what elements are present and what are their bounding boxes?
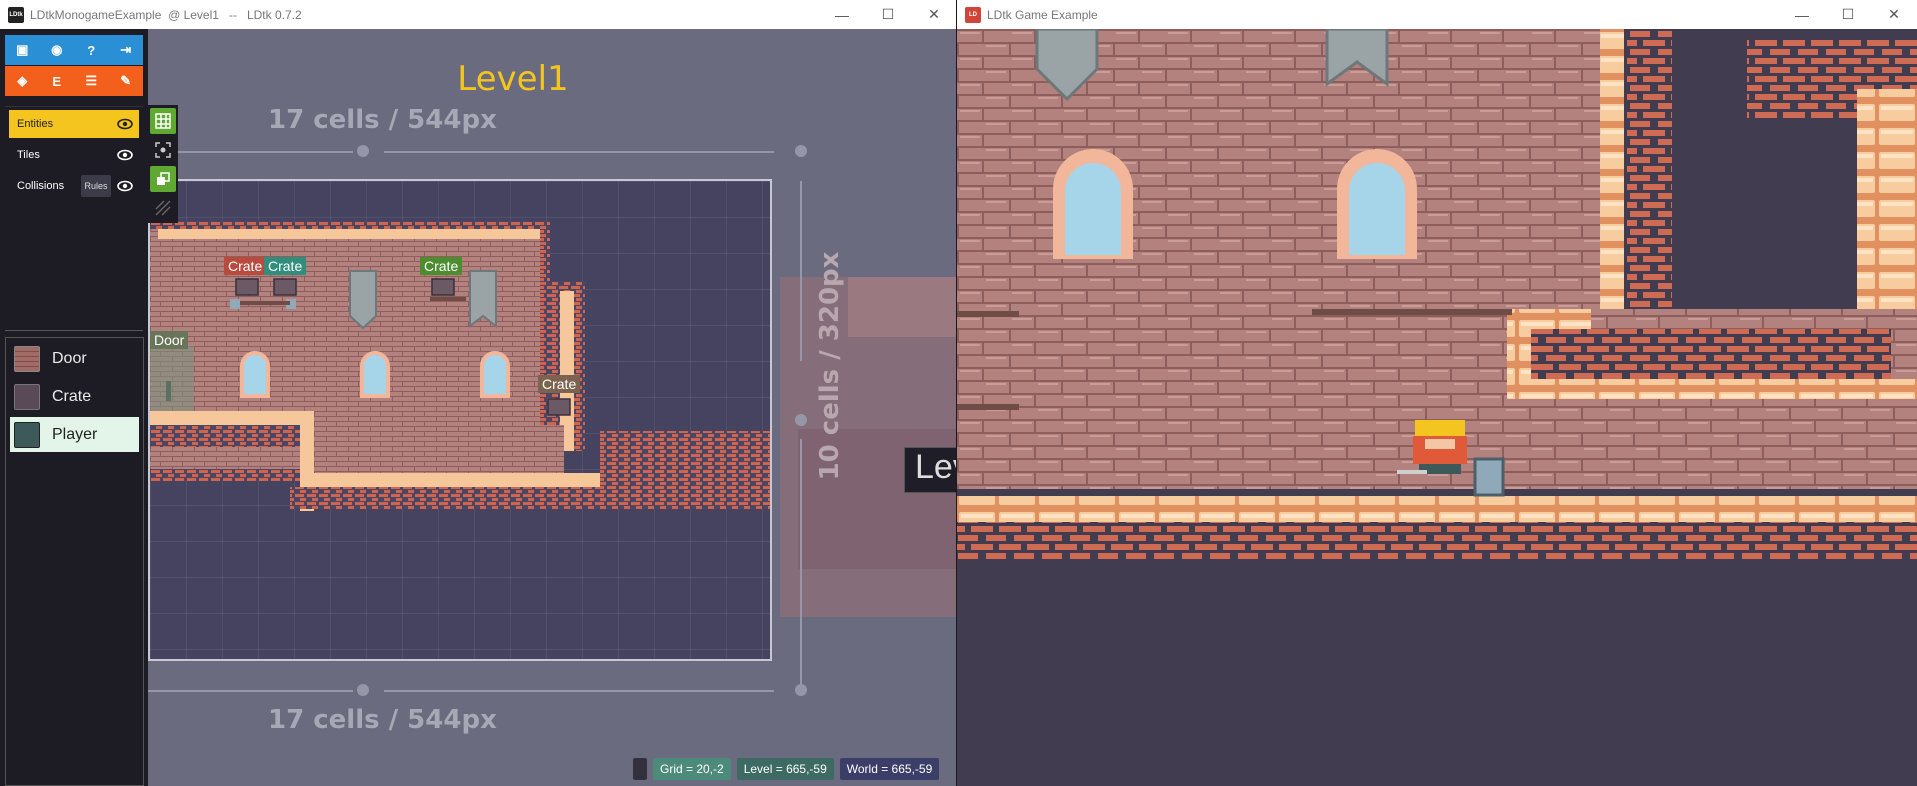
status-toggle[interactable] <box>633 758 647 780</box>
dimension-handle[interactable] <box>795 414 807 426</box>
layer-label: Entities <box>17 118 54 130</box>
window-title: LDtk Game Example <box>987 7 1098 22</box>
project-button[interactable]: ▣ <box>5 35 40 65</box>
layer-label: Collisions <box>17 180 65 192</box>
eye-icon[interactable] <box>117 148 133 162</box>
world-button[interactable]: ◉ <box>40 35 75 65</box>
grid-tool-icon[interactable] <box>150 108 176 134</box>
level-coords: Level = 665,-59 <box>736 758 834 780</box>
rules-button[interactable]: Rules <box>81 175 111 197</box>
enums-button[interactable]: ☰ <box>74 66 109 96</box>
game-titlebar[interactable]: LD LDtk Game Example — ☐ ✕ <box>957 0 1917 29</box>
exit-button[interactable]: ⇥ <box>109 35 144 65</box>
entity-label: Door <box>52 349 87 367</box>
focus-tool-icon[interactable] <box>150 137 176 163</box>
maximize-button[interactable]: ☐ <box>1825 0 1871 29</box>
stack-tool-icon[interactable] <box>150 166 176 192</box>
entity-item-crate[interactable]: Crate <box>10 379 139 414</box>
neighbor-level-shade <box>848 277 956 337</box>
neighbor-level-tag[interactable]: Lev <box>904 447 956 493</box>
dimension-line <box>148 151 353 153</box>
width-label-top: 17 cells / 544px <box>268 105 497 135</box>
game-logo-icon: LD <box>965 6 981 23</box>
maximize-button[interactable]: ☐ <box>865 0 911 29</box>
game-window: LD LDtk Game Example — ☐ ✕ <box>957 0 1917 786</box>
hatch-tool-icon[interactable] <box>150 195 176 221</box>
ldtk-editor-window: LDtk LDtkMonogameExample @ Level1 -- LDt… <box>0 0 957 786</box>
entity-item-player[interactable]: Player <box>10 417 139 452</box>
door-icon <box>14 345 40 372</box>
minimize-button[interactable]: — <box>819 0 865 29</box>
ldtk-logo-icon: LDtk <box>8 6 24 23</box>
definitions-toolbar: ◈ E ☰ ✎ <box>5 66 143 96</box>
level-frame[interactable]: Crate Crate Crate Door Crate <box>148 179 772 661</box>
minimize-button[interactable]: — <box>1779 0 1825 29</box>
crate-icon <box>14 383 40 410</box>
status-bar: Grid = 20,-2 Level = 665,-59 World = 665… <box>633 758 940 780</box>
dimension-line <box>800 181 802 361</box>
layer-item-collisions[interactable]: Collisions Rules <box>9 172 139 200</box>
dimension-line <box>148 690 353 692</box>
width-label-bottom: 17 cells / 544px <box>268 705 497 735</box>
layer-label: Tiles <box>17 149 40 161</box>
dimension-line <box>384 690 774 692</box>
layer-item-entities[interactable]: Entities <box>9 110 139 138</box>
layer-item-tiles[interactable]: Tiles <box>9 141 139 169</box>
entity-item-door[interactable]: Door <box>10 341 139 376</box>
eye-icon[interactable] <box>117 117 133 131</box>
level-tilemap <box>150 221 770 511</box>
entities-button[interactable]: E <box>40 66 75 96</box>
world-coords: World = 665,-59 <box>839 758 940 780</box>
entity-tag-crate[interactable]: Crate <box>264 257 307 275</box>
dimension-handle[interactable] <box>795 684 807 696</box>
dimension-line <box>384 151 774 153</box>
player-icon <box>14 421 40 448</box>
grid-coords: Grid = 20,-2 <box>653 758 731 780</box>
entity-tag-crate[interactable]: Crate <box>224 257 267 275</box>
level-title: Level1 <box>457 59 569 99</box>
main-toolbar: ▣ ◉ ? ⇥ <box>5 35 143 65</box>
layers-button[interactable]: ◈ <box>5 66 40 96</box>
height-label: 10 cells / 320px <box>815 251 845 481</box>
close-button[interactable]: ✕ <box>1871 0 1917 29</box>
close-button[interactable]: ✕ <box>911 0 956 29</box>
tilesets-button[interactable]: ✎ <box>109 66 144 96</box>
entity-tag-crate[interactable]: Crate <box>420 257 463 275</box>
help-button[interactable]: ? <box>74 35 109 65</box>
entity-list: Door Crate Player <box>5 337 144 786</box>
game-render[interactable] <box>957 29 1917 786</box>
dimension-handle[interactable] <box>357 145 369 157</box>
edit-tools <box>148 105 178 223</box>
eye-icon[interactable] <box>117 179 133 193</box>
layer-list: Entities Tiles Collisions Rules <box>5 106 143 331</box>
dimension-handle[interactable] <box>357 684 369 696</box>
entity-tag-door[interactable]: Door <box>150 331 189 349</box>
dimension-handle[interactable] <box>795 145 807 157</box>
ldtk-titlebar[interactable]: LDtk LDtkMonogameExample @ Level1 -- LDt… <box>0 0 956 29</box>
left-panel: ▣ ◉ ? ⇥ ◈ E ☰ ✎ Entities Tiles Collision… <box>0 29 148 786</box>
window-title: LDtkMonogameExample @ Level1 -- LDtk 0.7… <box>30 7 302 22</box>
level-canvas[interactable]: Level1 17 cells / 544px Crate Crate Crat… <box>148 29 956 786</box>
entity-label: Player <box>52 425 98 443</box>
entity-label: Crate <box>52 387 92 405</box>
entity-tag-crate[interactable]: Crate <box>538 375 581 393</box>
dimension-line <box>800 439 802 691</box>
